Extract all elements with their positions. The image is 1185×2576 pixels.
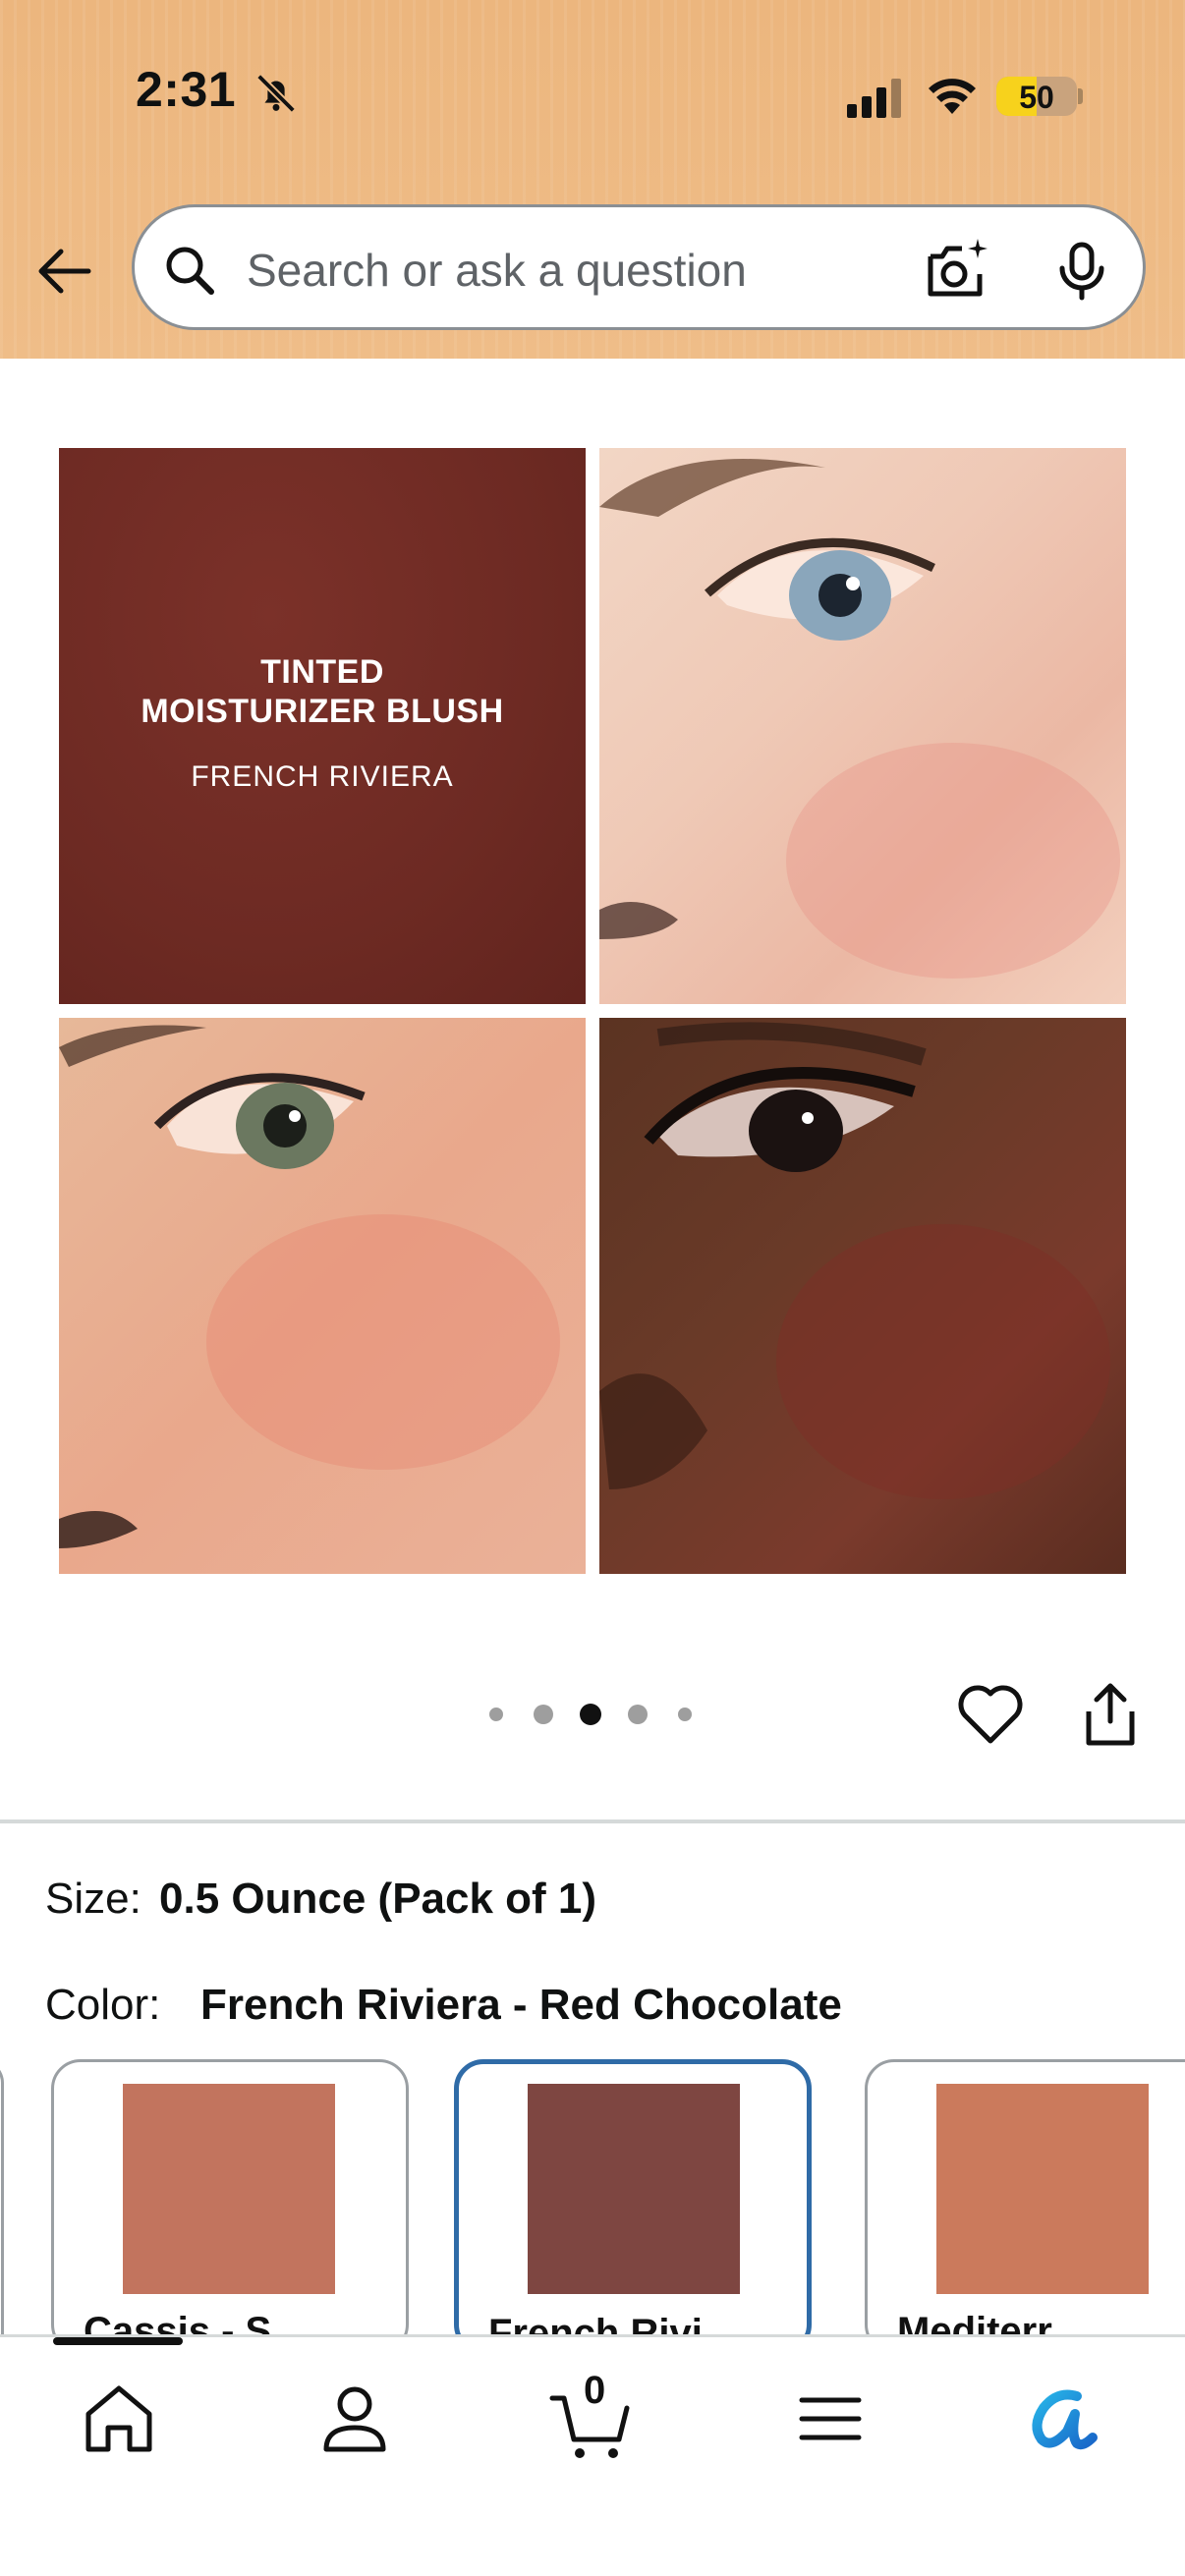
status-time: 2:31 xyxy=(136,62,237,117)
model-photo-1[interactable] xyxy=(599,448,1126,1004)
search-bar[interactable] xyxy=(132,204,1146,330)
bell-muted-icon xyxy=(256,74,296,113)
back-arrow-icon[interactable] xyxy=(33,240,96,303)
model-photo-3-art xyxy=(599,1022,1110,1499)
wifi-icon xyxy=(929,79,976,114)
app-header: 2:31 50 xyxy=(0,0,1185,359)
menu-icon[interactable] xyxy=(786,2375,875,2463)
product-swatch-image[interactable]: TINTED MOISTURIZER BLUSH FRENCH RIVIERA xyxy=(59,448,586,1004)
bottom-navigation: 0 xyxy=(0,2334,1185,2576)
pagination-dot[interactable] xyxy=(534,1705,553,1724)
pagination-dot[interactable] xyxy=(628,1705,648,1724)
swatch-image-title: TINTED MOISTURIZER BLUSH xyxy=(59,652,586,731)
camera-lens-icon[interactable] xyxy=(921,235,991,306)
swatch-image-title-line2: MOISTURIZER BLUSH xyxy=(141,693,504,730)
heart-icon[interactable] xyxy=(957,1684,1024,1745)
swatch-color xyxy=(528,2084,740,2294)
battery-cap xyxy=(1078,88,1083,104)
size-value: 0.5 Ounce (Pack of 1) xyxy=(159,1875,597,1923)
search-icon xyxy=(166,247,214,295)
search-input[interactable] xyxy=(245,235,897,306)
color-swatch-cassis[interactable]: Cassis - S... xyxy=(51,2059,409,2354)
share-icon[interactable] xyxy=(1081,1682,1140,1747)
battery-indicator: 50 xyxy=(996,77,1077,116)
size-label: Size: xyxy=(45,1875,141,1923)
cellular-signal-icon xyxy=(847,79,901,118)
cart-count: 0 xyxy=(584,2369,606,2412)
rufus-assistant-icon[interactable] xyxy=(1018,2375,1106,2463)
swatch-color xyxy=(123,2084,335,2294)
product-image-gallery[interactable]: TINTED MOISTURIZER BLUSH FRENCH RIVIERA xyxy=(59,448,1126,1576)
image-pagination-dots[interactable] xyxy=(485,1704,711,1733)
swatch-card-offscreen[interactable] xyxy=(0,2059,4,2354)
home-icon[interactable] xyxy=(75,2375,163,2463)
model-photo-1-art xyxy=(599,459,1120,979)
model-photo-2-art xyxy=(59,1025,560,1548)
swatch-image-subtitle: FRENCH RIVIERA xyxy=(191,760,454,793)
pagination-dot[interactable] xyxy=(678,1708,692,1721)
color-label: Color: xyxy=(45,1981,161,2029)
color-swatch-mediterranean[interactable]: Mediterr... xyxy=(865,2059,1185,2354)
pagination-dot[interactable] xyxy=(489,1708,503,1721)
model-photo-2[interactable] xyxy=(59,1018,586,1574)
microphone-icon[interactable] xyxy=(1050,239,1113,302)
battery-level: 50 xyxy=(1019,80,1054,115)
account-icon[interactable] xyxy=(310,2375,399,2463)
pagination-dot-active[interactable] xyxy=(580,1704,601,1725)
model-photo-3[interactable] xyxy=(599,1018,1126,1574)
color-swatch-french-riviera[interactable]: French Rivi... xyxy=(454,2059,812,2354)
swatch-image-title-line1: TINTED xyxy=(260,653,384,691)
active-tab-indicator xyxy=(53,2337,183,2345)
swatch-color xyxy=(936,2084,1149,2294)
color-value: French Riviera - Red Chocolate xyxy=(200,1981,842,2029)
cart-button[interactable]: 0 xyxy=(546,2369,635,2463)
section-divider xyxy=(0,1820,1185,1823)
